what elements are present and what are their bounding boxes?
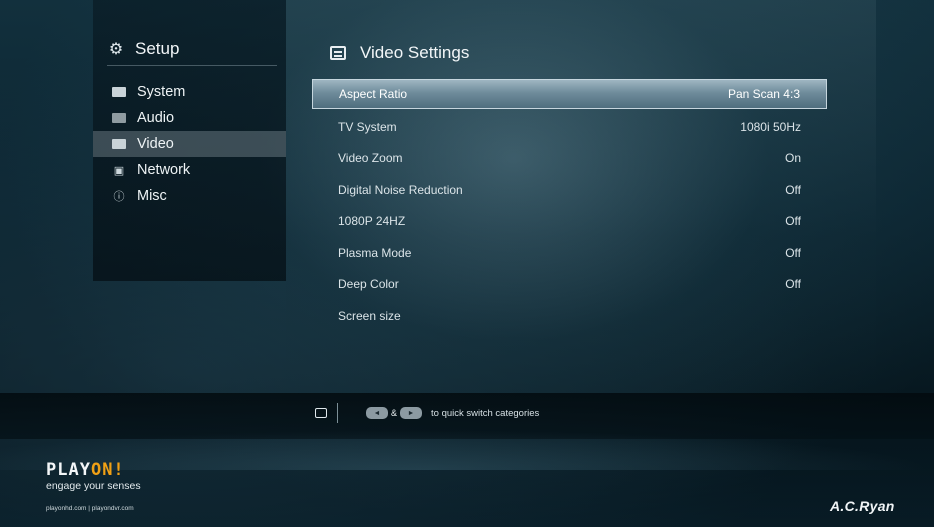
hint-text: to quick switch categories	[431, 407, 540, 419]
setting-video-zoom[interactable]: Video Zoom On	[312, 143, 827, 175]
sidebar-item-label: System	[137, 84, 186, 100]
setting-value: Off	[785, 277, 801, 292]
setting-value: Pan Scan 4:3	[727, 87, 800, 101]
network-icon: ▣	[113, 164, 125, 177]
settings-header: Video Settings	[330, 38, 840, 68]
setting-plasma-mode[interactable]: Plasma Mode Off	[312, 237, 827, 269]
setting-value: Off	[785, 182, 801, 197]
setting-value: Off	[785, 245, 801, 260]
setting-label: TV System	[338, 119, 397, 134]
sidebar-item-video[interactable]: Video	[93, 131, 286, 157]
setting-value: Off	[785, 214, 801, 229]
setting-screen-size[interactable]: Screen size	[312, 300, 827, 332]
settings-list: Aspect Ratio Pan Scan 4:3 TV System 1080…	[312, 79, 827, 332]
page-title: Video Settings	[360, 43, 470, 62]
logo-play: PLAY	[46, 460, 91, 480]
sidebar-item-misc[interactable]: ⓘ Misc	[93, 183, 286, 209]
gear-icon: ⚙	[108, 40, 124, 58]
system-icon	[111, 86, 127, 98]
sidebar-item-label: Network	[137, 162, 191, 178]
footer-links: playonhd.com | playondvr.com	[46, 505, 134, 512]
playon-logo: PLAYON! engage your senses	[46, 462, 141, 493]
setting-value: 1080i 50Hz	[740, 119, 801, 134]
setting-label: 1080P 24HZ	[338, 214, 406, 229]
video-settings-icon	[330, 46, 346, 60]
sidebar-title: Setup	[135, 38, 180, 58]
hint-amp: &	[391, 408, 398, 418]
setting-label: Video Zoom	[338, 151, 403, 166]
help-book-icon	[315, 408, 327, 418]
left-key-icon: ◄	[366, 407, 388, 419]
divider	[337, 403, 338, 423]
sidebar-item-label: Video	[137, 136, 174, 152]
logo-on: ON!	[90, 460, 125, 480]
sidebar-item-label: Misc	[137, 188, 167, 204]
sidebar-item-label: Audio	[137, 110, 175, 126]
sidebar: ⚙ Setup System Audio Video ▣ Network ⓘ M…	[93, 0, 286, 281]
right-key-icon: ►	[400, 407, 423, 419]
setting-label: Aspect Ratio	[339, 87, 408, 101]
misc-icon: ⓘ	[113, 191, 125, 203]
setting-aspect-ratio[interactable]: Aspect Ratio Pan Scan 4:3	[312, 79, 827, 109]
setting-label: Digital Noise Reduction	[338, 182, 463, 197]
setting-value: On	[784, 151, 801, 166]
sidebar-item-audio[interactable]: Audio	[93, 105, 286, 131]
screen: ⚙ Setup System Audio Video ▣ Network ⓘ M…	[0, 0, 934, 527]
sidebar-item-system[interactable]: System	[93, 79, 286, 105]
sidebar-list: System Audio Video ▣ Network ⓘ Misc	[93, 79, 286, 209]
setting-label: Screen size	[338, 308, 401, 323]
setting-label: Plasma Mode	[338, 245, 412, 260]
setting-tv-system[interactable]: TV System 1080i 50Hz	[312, 111, 827, 143]
setting-digital-noise-reduction[interactable]: Digital Noise Reduction Off	[312, 174, 827, 206]
setting-1080p-24hz[interactable]: 1080P 24HZ Off	[312, 206, 827, 238]
logo-tagline: engage your senses	[46, 480, 141, 492]
brand-logo: A.C.Ryan	[830, 498, 895, 514]
logo-wordmark: PLAYON!	[46, 462, 141, 479]
navigation-hint: ◄ & ► to quick switch categories	[315, 403, 539, 423]
audio-icon	[111, 112, 127, 124]
sidebar-header: ⚙ Setup	[107, 38, 277, 66]
setting-deep-color[interactable]: Deep Color Off	[312, 269, 827, 301]
sidebar-item-network[interactable]: ▣ Network	[93, 157, 286, 183]
video-icon	[111, 138, 127, 150]
setting-label: Deep Color	[338, 277, 399, 292]
